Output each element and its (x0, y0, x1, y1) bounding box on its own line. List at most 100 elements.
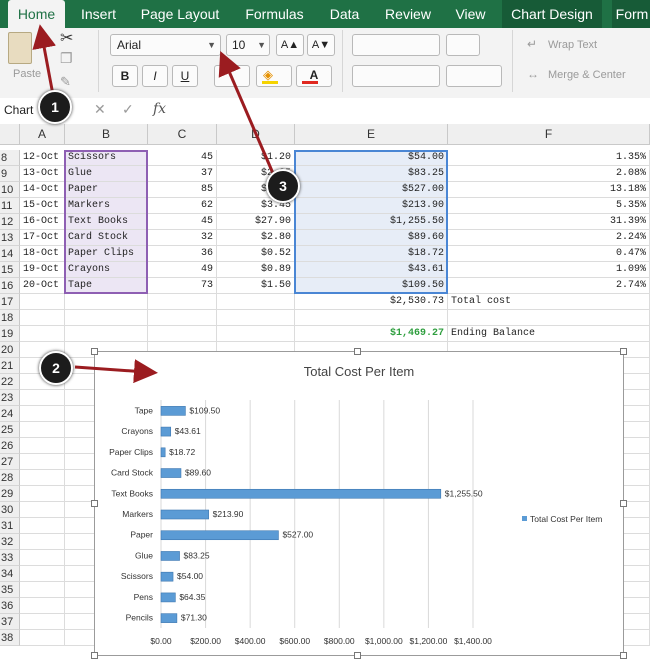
name-box[interactable]: Chart (4, 103, 33, 117)
cell-d[interactable] (217, 310, 295, 326)
italic-button[interactable]: I (142, 65, 168, 87)
cell-a[interactable] (20, 390, 65, 406)
chart-resize-handle[interactable] (354, 652, 361, 659)
row-header[interactable]: 25 (0, 422, 20, 438)
cell-f[interactable]: 2.24% (448, 230, 650, 246)
chart-resize-handle[interactable] (620, 500, 627, 507)
chart-resize-handle[interactable] (91, 348, 98, 355)
borders-button[interactable] (214, 65, 250, 87)
cell-e[interactable]: $2,530.73 (295, 294, 448, 310)
cell-a[interactable]: 18-Oct (20, 246, 65, 262)
column-header-e[interactable]: E (295, 124, 448, 145)
row-header[interactable]: 19 (0, 326, 20, 342)
row-header[interactable]: 16 (0, 278, 20, 294)
cell-c[interactable]: 85 (148, 182, 217, 198)
cell-d[interactable] (217, 294, 295, 310)
column-header-b[interactable]: B (65, 124, 148, 145)
cell-a[interactable] (20, 486, 65, 502)
row-header[interactable]: 38 (0, 630, 20, 646)
cell-a[interactable] (20, 534, 65, 550)
cell-a[interactable] (20, 438, 65, 454)
cell-b[interactable] (65, 310, 148, 326)
row-header[interactable]: 10 (0, 182, 20, 198)
tab-chart-design[interactable]: Chart Design (502, 0, 602, 28)
row-header[interactable]: 24 (0, 406, 20, 422)
cell-f[interactable]: Total cost (448, 294, 650, 310)
cut-icon[interactable]: ✂ (60, 28, 73, 48)
bar-markers[interactable] (160, 509, 209, 520)
cell-a[interactable]: 12-Oct (20, 150, 65, 166)
chart-object[interactable]: Total Cost Per Item $0.00 $200.00 $400.00 $… (91, 348, 627, 659)
align-top-button[interactable] (352, 34, 440, 56)
cell-f[interactable]: 31.39% (448, 214, 650, 230)
enter-icon[interactable]: ✓ (122, 101, 134, 118)
cell-a[interactable] (20, 598, 65, 614)
cell-a[interactable]: 19-Oct (20, 262, 65, 278)
cell-d[interactable]: $0.89 (217, 262, 295, 278)
cell-c[interactable] (148, 326, 217, 342)
cell-a[interactable] (20, 422, 65, 438)
row-header[interactable]: 15 (0, 262, 20, 278)
cell-c[interactable]: 36 (148, 246, 217, 262)
tab-insert[interactable]: Insert (71, 0, 126, 28)
font-size-box[interactable]: 10 ▼ (226, 34, 270, 56)
row-header[interactable]: 22 (0, 374, 20, 390)
cell-f[interactable]: 0.47% (448, 246, 650, 262)
cell-c[interactable]: 62 (148, 198, 217, 214)
row-header[interactable]: 13 (0, 230, 20, 246)
cell-a[interactable] (20, 406, 65, 422)
cell-c[interactable] (148, 310, 217, 326)
chevron-down-icon[interactable]: ▼ (207, 35, 216, 55)
cell-a[interactable] (20, 550, 65, 566)
cell-a[interactable]: 15-Oct (20, 198, 65, 214)
row-header[interactable]: 31 (0, 518, 20, 534)
column-header-d[interactable]: D (217, 124, 295, 145)
row-header[interactable]: 32 (0, 534, 20, 550)
bar-scissors[interactable] (160, 571, 174, 582)
cell-d[interactable]: $27.90 (217, 214, 295, 230)
cell-a[interactable]: 14-Oct (20, 182, 65, 198)
cell-a[interactable] (20, 518, 65, 534)
column-header-f[interactable]: F (448, 124, 650, 145)
copy-icon[interactable]: ❐ (60, 50, 73, 67)
cell-a[interactable]: 17-Oct (20, 230, 65, 246)
row-header[interactable]: 37 (0, 614, 20, 630)
cell-e[interactable]: $1,469.27 (295, 326, 448, 342)
cell-f[interactable]: 1.09% (448, 262, 650, 278)
row-header[interactable]: 8 (0, 150, 20, 166)
row-header[interactable]: 14 (0, 246, 20, 262)
cell-c[interactable]: 45 (148, 214, 217, 230)
cell-f[interactable]: Ending Balance (448, 326, 650, 342)
function-icon[interactable]: fx (153, 101, 166, 117)
cell-a[interactable] (20, 454, 65, 470)
chart-resize-handle[interactable] (91, 500, 98, 507)
cell-c[interactable]: 45 (148, 150, 217, 166)
row-header[interactable]: 11 (0, 198, 20, 214)
tab-review[interactable]: Review (377, 0, 439, 28)
tab-view[interactable]: View (448, 0, 493, 28)
cell-a[interactable] (20, 294, 65, 310)
chart-resize-handle[interactable] (354, 348, 361, 355)
cell-a[interactable] (20, 470, 65, 486)
tab-data[interactable]: Data (322, 0, 367, 28)
column-header-a[interactable]: A (20, 124, 65, 145)
cell-c[interactable] (148, 294, 217, 310)
cell-f[interactable]: 1.35% (448, 150, 650, 166)
row-header[interactable]: 12 (0, 214, 20, 230)
paste-icon[interactable] (8, 32, 32, 64)
cell-a[interactable] (20, 630, 65, 646)
indent-button[interactable] (446, 65, 502, 87)
row-header[interactable]: 20 (0, 342, 20, 358)
shrink-font-button[interactable]: A▼ (307, 34, 335, 56)
cell-d[interactable]: $1.50 (217, 278, 295, 294)
cell-a[interactable]: 13-Oct (20, 166, 65, 182)
row-header[interactable]: 26 (0, 438, 20, 454)
cell-a[interactable]: 20-Oct (20, 278, 65, 294)
bar-crayons[interactable] (160, 426, 172, 437)
chart-resize-handle[interactable] (620, 348, 627, 355)
format-painter-icon[interactable]: ✎ (60, 74, 71, 90)
tab-form[interactable]: Form (612, 0, 650, 28)
bar-card-stock[interactable] (160, 468, 182, 478)
cell-b[interactable] (65, 326, 148, 342)
cell-c[interactable]: 37 (148, 166, 217, 182)
